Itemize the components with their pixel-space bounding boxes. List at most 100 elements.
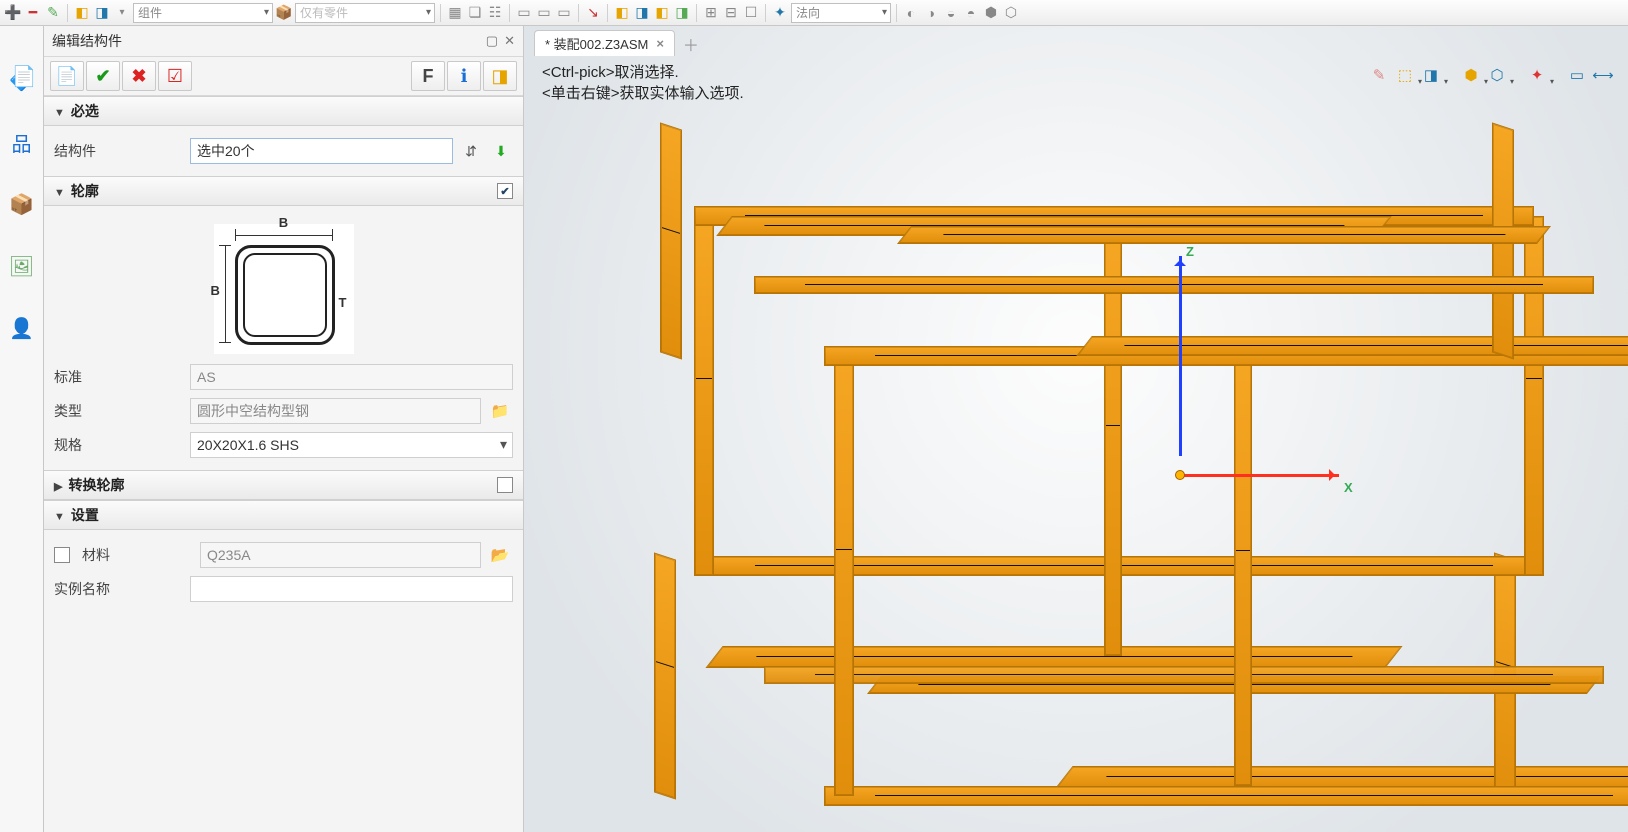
confirm-button[interactable]: ✔ <box>86 61 120 91</box>
render1-icon[interactable]: ◐ <box>902 4 920 22</box>
tab-strip: * 装配002.Z3ASM × ＋ <box>524 26 1628 56</box>
spec-dropdown[interactable]: 20X20X1.6 SHS <box>190 432 513 458</box>
type-label: 类型 <box>54 401 184 421</box>
section-transform-title: 转换轮廓 <box>68 477 124 493</box>
separator <box>509 4 510 22</box>
side-panel-button[interactable]: ◨ <box>483 61 517 91</box>
axis-icon[interactable]: ✦ <box>771 4 789 22</box>
dim-b-left: B <box>211 283 220 298</box>
group2-icon[interactable]: ◨ <box>633 4 651 22</box>
cube-blue-icon[interactable]: ◨ <box>93 4 111 22</box>
filter-dropdown[interactable]: 仅有零件 <box>295 3 435 23</box>
chevron-down-icon[interactable]: ▾ <box>113 4 131 22</box>
member-label: 结构件 <box>54 141 184 161</box>
instance-input[interactable] <box>190 576 513 602</box>
standard-label: 标准 <box>54 367 184 387</box>
material-label: 材料 <box>82 545 194 565</box>
panel-title-text: 编辑结构件 <box>52 31 122 51</box>
snap2-icon[interactable]: ▭ <box>535 4 553 22</box>
tool-insert-icon[interactable]: ➕ <box>4 4 22 22</box>
orient-dropdown-text: 法向 <box>796 4 820 21</box>
section-settings-header[interactable]: ▼设置 <box>44 500 523 530</box>
info-button[interactable]: ℹ <box>447 61 481 91</box>
misc1-icon[interactable]: ⊞ <box>702 4 720 22</box>
layer-icon[interactable]: ❏ <box>466 4 484 22</box>
minimize-icon[interactable]: ▢ <box>486 33 498 49</box>
side-panel: 编辑结构件 ▢ ✕ 📄 ✔ ✖ ☑ F ℹ ◨ ▼必选 结构件 ⇵ ⬇ <box>44 26 524 832</box>
left-iconbar: 📄 🔷 品 📦 🖼 👤 <box>0 26 44 832</box>
snap3-icon[interactable]: ▭ <box>555 4 573 22</box>
cancel-button[interactable]: ✖ <box>122 61 156 91</box>
material-field <box>200 542 481 568</box>
scope-dropdown[interactable]: 组件 <box>133 3 273 23</box>
section-profile-header[interactable]: ▼轮廓 <box>44 176 523 206</box>
measure-icon[interactable]: ⟷ <box>1592 64 1614 86</box>
orient-dropdown[interactable]: 法向 <box>791 3 891 23</box>
transform-enable-checkbox[interactable] <box>497 477 513 493</box>
material-browse-icon[interactable]: 📂 <box>487 542 513 568</box>
model-canvas[interactable]: Z X <box>624 86 1588 812</box>
render6-icon[interactable]: ⬡ <box>1002 4 1020 22</box>
wire-icon[interactable]: ⬡ <box>1486 64 1508 86</box>
arrow-icon[interactable]: ↘ <box>584 4 602 22</box>
package-icon[interactable]: 📦 <box>275 4 293 22</box>
tab-close-icon[interactable]: × <box>656 36 664 51</box>
target-icon[interactable]: ✦ <box>1526 64 1548 86</box>
viewport[interactable]: * 装配002.Z3ASM × ＋ <Ctrl-pick>取消选择. <单击右键… <box>524 26 1628 832</box>
download-icon[interactable]: ⬇ <box>489 139 513 163</box>
separator <box>578 4 579 22</box>
hierarchy-icon[interactable]: 品 <box>8 128 36 156</box>
grid-icon[interactable]: ▦ <box>446 4 464 22</box>
collapse-icon: ▼ <box>54 187 65 199</box>
expand-list-icon[interactable]: ⇵ <box>459 139 483 163</box>
misc3-icon[interactable]: ☐ <box>742 4 760 22</box>
image-icon[interactable]: 🖼 <box>8 252 36 280</box>
dim-t: T <box>339 295 347 310</box>
render5-icon[interactable]: ⬢ <box>982 4 1000 22</box>
panel-toolbar: 📄 ✔ ✖ ☑ F ℹ ◨ <box>44 56 523 96</box>
render2-icon[interactable]: ◑ <box>922 4 940 22</box>
profile-preview: B B T <box>54 214 513 360</box>
cube-yellow-icon[interactable]: ◧ <box>73 4 91 22</box>
section-transform-header[interactable]: ▶转换轮廓 <box>44 470 523 500</box>
section-required-header[interactable]: ▼必选 <box>44 96 523 126</box>
edit-sheet-icon[interactable]: 📄 <box>10 62 38 90</box>
axis-origin <box>1175 470 1185 480</box>
filter-dropdown-text: 仅有零件 <box>300 4 348 21</box>
separator <box>67 4 68 22</box>
snap1-icon[interactable]: ▭ <box>515 4 533 22</box>
separator <box>765 4 766 22</box>
group4-icon[interactable]: ◨ <box>673 4 691 22</box>
shade-icon[interactable]: ⬢ <box>1460 64 1482 86</box>
box-view-icon[interactable]: ◨ <box>1420 64 1442 86</box>
render3-icon[interactable]: ◒ <box>942 4 960 22</box>
type-browse-icon[interactable]: 📁 <box>487 398 513 424</box>
window-icon[interactable]: ▭ <box>1566 64 1588 86</box>
render4-icon[interactable]: ◓ <box>962 4 980 22</box>
tab-add-button[interactable]: ＋ <box>679 32 703 56</box>
tool-remove-icon[interactable]: ━ <box>24 4 42 22</box>
section-required-title: 必选 <box>71 103 99 119</box>
member-input[interactable] <box>190 138 453 164</box>
f-button-label: F <box>423 66 434 87</box>
profile-enable-checkbox[interactable] <box>497 183 513 199</box>
align-icon[interactable]: ☷ <box>486 4 504 22</box>
part-icon[interactable]: 📦 <box>8 190 36 218</box>
f-button[interactable]: F <box>411 61 445 91</box>
misc2-icon[interactable]: ⊟ <box>722 4 740 22</box>
user-icon[interactable]: 👤 <box>8 314 36 342</box>
instance-label: 实例名称 <box>54 579 184 599</box>
tool-edit-icon[interactable]: ✎ <box>44 4 62 22</box>
separator <box>440 4 441 22</box>
material-checkbox[interactable] <box>54 547 70 563</box>
close-icon[interactable]: ✕ <box>504 33 515 49</box>
group3-icon[interactable]: ◧ <box>653 4 671 22</box>
apply-button[interactable]: ☑ <box>158 61 192 91</box>
cube-view-icon[interactable]: ⬚ <box>1394 64 1416 86</box>
document-tab[interactable]: * 装配002.Z3ASM × <box>534 30 675 56</box>
scope-dropdown-text: 组件 <box>138 4 162 21</box>
group1-icon[interactable]: ◧ <box>613 4 631 22</box>
pencil-icon[interactable]: ✎ <box>1368 64 1390 86</box>
doc-icon-button[interactable]: 📄 <box>50 61 84 91</box>
separator <box>696 4 697 22</box>
